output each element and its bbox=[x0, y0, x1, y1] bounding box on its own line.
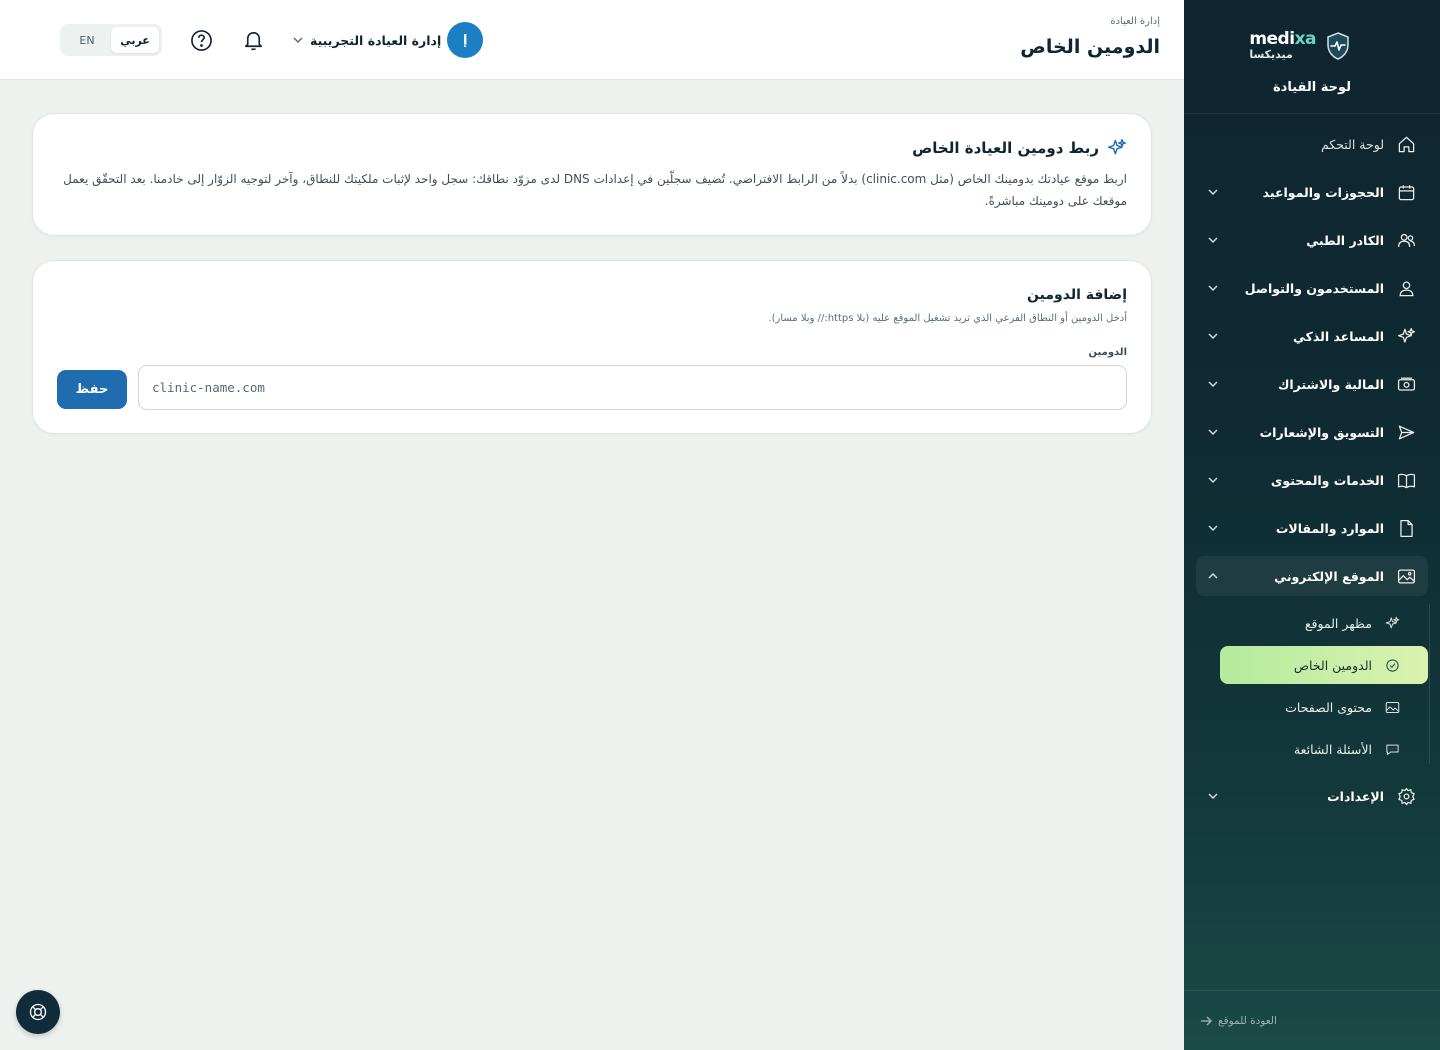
sidebar-item-label: الحجوزات والمواعيد bbox=[1262, 184, 1384, 200]
sidebar: medixa ميديكسا لوحة القيادة لوحة التحكم … bbox=[1184, 0, 1440, 1050]
chevron-down-icon bbox=[1206, 185, 1220, 199]
sidebar-item-website[interactable]: الموقع الإلكتروني bbox=[1196, 556, 1428, 596]
save-button[interactable]: حفظ bbox=[57, 370, 127, 409]
chevron-down-icon bbox=[1206, 233, 1220, 247]
main-content: ربط دومين العيادة الخاص اربط موقع عيادتك… bbox=[0, 80, 1184, 1050]
back-to-site-link[interactable]: العودة للموقع bbox=[1200, 1015, 1277, 1027]
back-to-site-label: العودة للموقع bbox=[1218, 1014, 1277, 1027]
breadcrumb[interactable]: إدارة العيادة bbox=[1110, 16, 1160, 27]
brand-names: medixa ميديكسا bbox=[1249, 30, 1316, 62]
sparkles-icon bbox=[1384, 615, 1400, 631]
submenu-item-label: مظهر الموقع bbox=[1304, 615, 1372, 631]
chevron-up-icon bbox=[1206, 569, 1220, 583]
floating-help-button[interactable] bbox=[16, 990, 60, 1034]
submenu-item-label: محتوى الصفحات bbox=[1285, 699, 1372, 715]
chevron-down-icon bbox=[293, 37, 303, 44]
avatar: إ bbox=[447, 22, 484, 58]
submenu-item-label: الأسئلة الشائعة bbox=[1293, 741, 1372, 757]
sidebar-item-label: الموقع الإلكتروني bbox=[1274, 568, 1384, 584]
sidebar-item-label: التسويق والإشعارات bbox=[1259, 424, 1384, 440]
user-menu[interactable]: إ إدارة العيادة التجريبية bbox=[292, 22, 484, 58]
add-domain-card: إضافة الدومين أدخل الدومين أو النطاق الف… bbox=[32, 260, 1152, 434]
sidebar-item-label: المستخدمون والتواصل bbox=[1244, 280, 1384, 296]
bell-icon bbox=[244, 31, 262, 50]
sidebar-item-marketing[interactable]: التسويق والإشعارات bbox=[1196, 412, 1428, 452]
sidebar-item-bookings[interactable]: الحجوزات والمواعيد bbox=[1196, 172, 1428, 212]
arrow-right-icon bbox=[1201, 1016, 1212, 1025]
sidebar-subtitle: لوحة القيادة bbox=[1272, 80, 1352, 95]
sidebar-item-finance[interactable]: المالية والاشتراك bbox=[1196, 364, 1428, 404]
notifications-button[interactable] bbox=[240, 27, 266, 53]
form-help-text: أدخل الدومين أو النطاق الفرعي الذي تريد … bbox=[768, 313, 1127, 324]
money-icon bbox=[1396, 374, 1416, 394]
brand-name-ar: ميديكسا bbox=[1249, 48, 1293, 61]
sidebar-nav: لوحة التحكم الحجوزات والمواعيد الكادر ال… bbox=[1196, 124, 1430, 824]
book-icon bbox=[1396, 470, 1416, 490]
check-circle-icon bbox=[1384, 657, 1400, 673]
chevron-down-icon bbox=[1206, 425, 1220, 439]
top-actions: عربي EN إ إدارة العيادة التجريبية bbox=[32, 22, 484, 58]
domain-info-card: ربط دومين العيادة الخاص اربط موقع عيادتك… bbox=[32, 113, 1152, 236]
shield-pulse-icon bbox=[1327, 32, 1349, 60]
sidebar-item-label: المالية والاشتراك bbox=[1277, 376, 1384, 392]
chat-icon bbox=[1384, 741, 1400, 757]
website-submenu: مظهر الموقع الدومين الخاص محتوى الصفحات … bbox=[1196, 604, 1430, 768]
sidebar-item-label: الإعدادات bbox=[1327, 788, 1384, 804]
sidebar-item-settings[interactable]: الإعدادات bbox=[1196, 776, 1428, 816]
sidebar-item-label: المساعد الذكي bbox=[1293, 328, 1384, 344]
sidebar-item-label: الخدمات والمحتوى bbox=[1270, 472, 1384, 488]
sidebar-item-dashboard[interactable]: لوحة التحكم bbox=[1196, 124, 1428, 164]
submenu-item-label: الدومين الخاص bbox=[1293, 657, 1372, 673]
domain-field-label: الدومين bbox=[1088, 347, 1127, 358]
sidebar-item-label: لوحة التحكم bbox=[1320, 136, 1384, 152]
home-icon bbox=[1396, 134, 1416, 154]
info-card-description: اربط موقع عيادتك بدومينك الخاص (مثل clin… bbox=[63, 172, 1127, 208]
help-button[interactable] bbox=[188, 27, 214, 53]
domain-input[interactable] bbox=[138, 365, 1127, 410]
submenu-item-site-appearance[interactable]: مظهر الموقع bbox=[1220, 604, 1428, 642]
sparkles-icon bbox=[1107, 138, 1127, 155]
sidebar-item-resources[interactable]: الموارد والمقالات bbox=[1196, 508, 1428, 548]
page-title: الدومين الخاص bbox=[1020, 36, 1160, 58]
help-icon bbox=[190, 29, 212, 51]
chevron-down-icon bbox=[1206, 377, 1220, 391]
topbar: إدارة العيادة الدومين الخاص عربي EN إ إد… bbox=[0, 0, 1184, 80]
image-icon bbox=[1396, 566, 1416, 586]
gear-icon bbox=[1396, 786, 1416, 806]
send-icon bbox=[1396, 422, 1416, 442]
chevron-down-icon bbox=[1206, 281, 1220, 295]
submenu-item-page-content[interactable]: محتوى الصفحات bbox=[1220, 688, 1428, 726]
language-switch: عربي EN bbox=[60, 24, 162, 56]
sidebar-item-ai-assistant[interactable]: المساعد الذكي bbox=[1196, 316, 1428, 356]
calendar-icon bbox=[1396, 182, 1416, 202]
sidebar-item-staff[interactable]: الكادر الطبي bbox=[1196, 220, 1428, 260]
users-icon bbox=[1396, 230, 1416, 250]
brand-logo[interactable]: medixa ميديكسا bbox=[1249, 30, 1350, 62]
submenu-item-custom-domain[interactable]: الدومين الخاص bbox=[1220, 646, 1428, 684]
lang-english-button[interactable]: EN bbox=[63, 27, 111, 53]
user-icon bbox=[1396, 278, 1416, 298]
user-name: إدارة العيادة التجريبية bbox=[310, 32, 442, 48]
sidebar-item-users[interactable]: المستخدمون والتواصل bbox=[1196, 268, 1428, 308]
form-title: إضافة الدومين bbox=[1027, 287, 1127, 303]
sidebar-footer: العودة للموقع bbox=[1184, 990, 1440, 1050]
info-card-header: ربط دومين العيادة الخاص bbox=[912, 138, 1127, 158]
info-card-title: ربط دومين العيادة الخاص bbox=[912, 139, 1099, 157]
sidebar-item-label: الكادر الطبي bbox=[1306, 232, 1384, 248]
sparkles-icon bbox=[1396, 326, 1416, 346]
chevron-down-icon bbox=[1206, 789, 1220, 803]
submenu-item-faq[interactable]: الأسئلة الشائعة bbox=[1220, 730, 1428, 768]
chevron-down-icon bbox=[1206, 329, 1220, 343]
brand-name-en: medixa bbox=[1249, 29, 1316, 49]
brand-area: medixa ميديكسا لوحة القيادة bbox=[1184, 0, 1440, 114]
chevron-down-icon bbox=[1206, 473, 1220, 487]
chevron-down-icon bbox=[1206, 521, 1220, 535]
lifebuoy-icon bbox=[29, 1003, 47, 1021]
sidebar-item-services[interactable]: الخدمات والمحتوى bbox=[1196, 460, 1428, 500]
image-icon bbox=[1384, 699, 1400, 715]
sidebar-item-label: الموارد والمقالات bbox=[1275, 520, 1384, 536]
lang-arabic-button[interactable]: عربي bbox=[111, 27, 159, 53]
file-icon bbox=[1396, 518, 1416, 538]
